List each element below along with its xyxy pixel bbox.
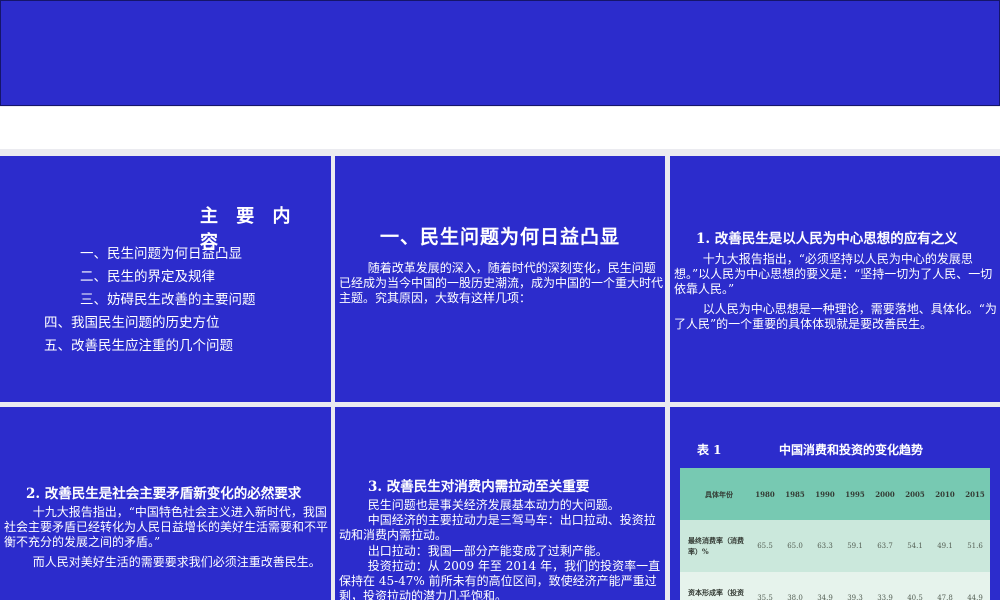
- table-header-cell: 1985: [785, 489, 805, 499]
- table-label: 表 1: [697, 443, 722, 457]
- table-row: 最终消费率（消费率）% 65.5 65.0 63.3 59.1 63.7 54.…: [680, 520, 990, 572]
- table-cell: 54.1: [907, 542, 923, 550]
- slide-thumbnail-point-two[interactable]: 2. 改善民生是社会主要矛盾新变化的必然要求 十九大报告指出，“中国特色社会主义…: [0, 407, 331, 600]
- point-paragraph: 十九大报告指出，“必须坚持以人民为中心的发展思想。”以人民为中心思想的要义是：“…: [674, 252, 993, 296]
- point-paragraph: 十九大报告指出，“中国特色社会主义进入新时代，我国社会主要矛盾已经转化为人民日益…: [4, 505, 329, 549]
- table-cell: 35.5: [757, 594, 773, 600]
- slide-thumbnail-table[interactable]: 表 1 中国消费和投资的变化趋势 具体年份 1980 1985 1990 199…: [670, 407, 1000, 600]
- table-cell: 65.0: [787, 542, 803, 550]
- table-header-cell: 2000: [875, 489, 895, 499]
- table-header-label: 具体年份: [705, 489, 733, 499]
- table-header-cell: 1990: [815, 489, 835, 499]
- point-heading: 2. 改善民生是社会主要矛盾新变化的必然要求: [26, 486, 302, 502]
- contents-item: 五、改善民生应注重的几个问题: [44, 338, 233, 354]
- table-cell: 33.9: [877, 594, 893, 600]
- table-row-label: 最终消费率（消费率）%: [688, 536, 744, 556]
- slide-thumbnail-section-one[interactable]: 一、民生问题为何日益凸显 随着改革发展的深入，随着时代的深刻变化，民生问题已经成…: [335, 156, 665, 402]
- table-header-cell: 1995: [845, 489, 865, 499]
- contents-item: 四、我国民生问题的历史方位: [44, 315, 220, 331]
- point-paragraph: 投资拉动：从 2009 年至 2014 年，我们的投资率一直保持在 45-47%…: [339, 559, 661, 600]
- section-paragraph: 随着改革发展的深入，随着时代的深刻变化，民生问题已经成为当今中国的一股历史潮流，…: [339, 261, 664, 305]
- point-paragraph: 出口拉动：我国一部分产能变成了过剩产能。: [367, 544, 608, 558]
- table-cell: 63.3: [817, 542, 833, 550]
- slide-thumbnail-contents[interactable]: 主 要 内 容 一、民生问题为何日益凸显 二、民生的界定及规律 三、妨碍民生改善…: [0, 156, 331, 402]
- table-header-cell: 2010: [935, 489, 955, 499]
- point-paragraph: 而人民对美好生活的需要要求我们必须注重改善民生。: [32, 555, 321, 569]
- point-paragraph: 中国经济的主要拉动力是三驾马车：出口拉动、投资拉动和消费内需拉动。: [339, 513, 656, 542]
- table-cell: 40.5: [907, 594, 923, 600]
- table-title: 中国消费和投资的变化趋势: [779, 443, 924, 457]
- contents-item: 三、妨碍民生改善的主要问题: [80, 292, 256, 308]
- slide-thumbnail-point-one[interactable]: 1. 改善民生是以人民为中心思想的应有之义 十九大报告指出，“必须坚持以人民为中…: [670, 156, 1000, 402]
- point-paragraph: 民生问题也是事关经济发展基本动力的大问题。: [367, 498, 620, 512]
- table-header-cell: 2015: [965, 489, 985, 499]
- table-row-label: 资本形成率（投资率）%: [688, 588, 744, 600]
- table-cell: 47.8: [937, 594, 953, 600]
- point-heading: 3. 改善民生对消费内需拉动至关重要: [368, 479, 590, 495]
- contents-item: 二、民生的界定及规律: [80, 269, 215, 285]
- table-cell: 34.9: [817, 594, 833, 600]
- table-row: 资本形成率（投资率）% 35.5 38.0 34.9 39.3 33.9 40.…: [680, 572, 990, 600]
- table-cell: 44.9: [967, 594, 983, 600]
- table-cell: 39.3: [847, 594, 863, 600]
- section-heading: 一、民生问题为何日益凸显: [379, 226, 620, 248]
- slide-separator-band: [0, 107, 1000, 149]
- table-cell: 63.7: [877, 542, 893, 550]
- table-cell: 65.5: [757, 542, 773, 550]
- point-paragraph: 以人民为中心思想是一种理论，需要落地、具体化。“为了人民”的一个重要的具体体现就…: [674, 302, 997, 331]
- table-cell: 51.6: [967, 542, 983, 550]
- table-cell: 59.1: [847, 542, 863, 550]
- title-banner: [0, 0, 1000, 106]
- consumption-investment-table: 具体年份 1980 1985 1990 1995 2000 2005 2010 …: [680, 468, 990, 600]
- table-header-cell: 2005: [905, 489, 925, 499]
- contents-item: 一、民生问题为何日益凸显: [80, 246, 242, 262]
- slide-thumbnail-point-three[interactable]: 3. 改善民生对消费内需拉动至关重要 民生问题也是事关经济发展基本动力的大问题。…: [335, 407, 665, 600]
- table-header-cell: 1980: [755, 489, 775, 499]
- table-header-row: 具体年份 1980 1985 1990 1995 2000 2005 2010 …: [680, 468, 990, 520]
- table-cell: 38.0: [787, 594, 803, 600]
- point-heading: 1. 改善民生是以人民为中心思想的应有之义: [696, 231, 958, 247]
- table-cell: 49.1: [937, 542, 953, 550]
